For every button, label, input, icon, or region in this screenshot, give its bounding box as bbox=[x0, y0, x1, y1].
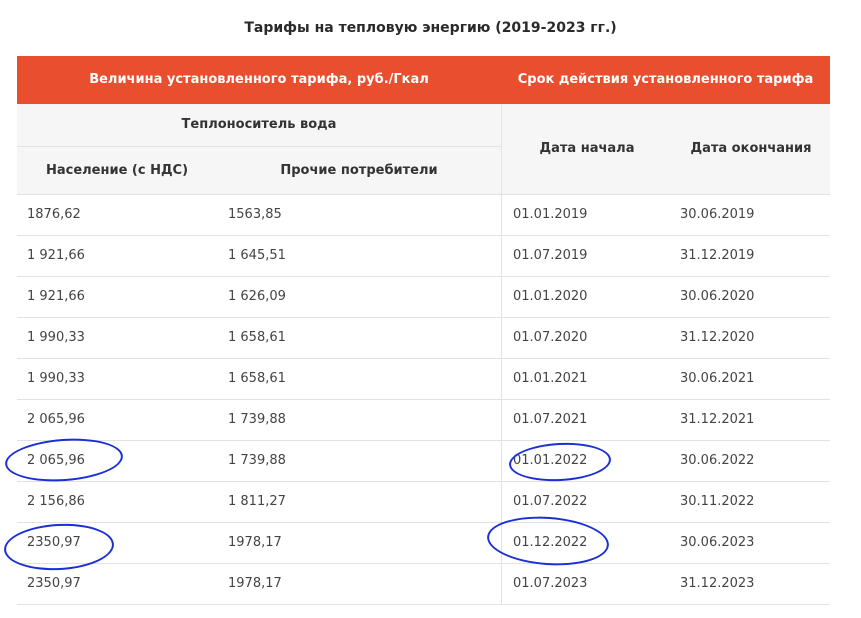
table-row: 2350,97 1978,17 01.12.2022 30.06.2023 bbox=[17, 523, 830, 564]
cell-population: 1 990,33 bbox=[27, 330, 85, 345]
cell-other: 1 739,88 bbox=[228, 412, 286, 427]
cell-end: 31.12.2023 bbox=[680, 576, 755, 591]
table-row: 2 156,86 1 811,27 01.07.2022 30.11.2022 bbox=[17, 482, 830, 523]
cell-population: 1 990,33 bbox=[27, 371, 85, 386]
subheader-water: Теплоноситель вода bbox=[17, 104, 501, 147]
cell-population: 1 921,66 bbox=[27, 289, 85, 304]
cell-population: 2 065,96 bbox=[27, 412, 85, 427]
subheader-other: Прочие потребители bbox=[280, 163, 438, 178]
cell-end: 30.06.2023 bbox=[680, 535, 755, 550]
table-row: 1 990,33 1 658,61 01.07.2020 31.12.2020 bbox=[17, 318, 830, 359]
cell-other: 1978,17 bbox=[228, 535, 282, 550]
cell-start: 01.01.2021 bbox=[513, 371, 588, 386]
cell-population: 2 156,86 bbox=[27, 494, 85, 509]
table-header: Величина установленного тарифа, руб./Гка… bbox=[17, 56, 830, 104]
table-row: 2 065,96 1 739,88 01.07.2021 31.12.2021 bbox=[17, 400, 830, 441]
cell-other: 1563,85 bbox=[228, 207, 282, 222]
cell-start: 01.07.2019 bbox=[513, 248, 588, 263]
header-period: Срок действия установленного тарифа bbox=[517, 72, 814, 87]
cell-other: 1 658,61 bbox=[228, 330, 286, 345]
table-row: 1876,62 1563,85 01.01.2019 30.06.2019 bbox=[17, 195, 830, 236]
cell-start: 01.07.2020 bbox=[513, 330, 588, 345]
table-subheader: Теплоноситель вода Население (с НДС) Про… bbox=[17, 104, 830, 195]
cell-start: 01.01.2019 bbox=[513, 207, 588, 222]
table-row: 2350,97 1978,17 01.07.2023 31.12.2023 bbox=[17, 564, 830, 605]
cell-other: 1978,17 bbox=[228, 576, 282, 591]
cell-end: 30.06.2021 bbox=[680, 371, 755, 386]
table-row: 1 921,66 1 645,51 01.07.2019 31.12.2019 bbox=[17, 236, 830, 277]
table-row: 1 921,66 1 626,09 01.01.2020 30.06.2020 bbox=[17, 277, 830, 318]
cell-end: 30.11.2022 bbox=[680, 494, 755, 509]
cell-start: 01.07.2023 bbox=[513, 576, 588, 591]
cell-start: 01.07.2021 bbox=[513, 412, 588, 427]
page-title: Тарифы на тепловую энергию (2019-2023 гг… bbox=[244, 20, 617, 36]
cell-other: 1 811,27 bbox=[228, 494, 286, 509]
cell-end: 31.12.2019 bbox=[680, 248, 755, 263]
cell-population: 1876,62 bbox=[27, 207, 81, 222]
header-tariff: Величина установленного тарифа, руб./Гка… bbox=[89, 72, 429, 87]
subheader-population: Население (с НДС) bbox=[45, 163, 189, 178]
subheader-end: Дата окончания bbox=[690, 141, 812, 156]
cell-start: 01.01.2020 bbox=[513, 289, 588, 304]
cell-end: 30.06.2022 bbox=[680, 453, 755, 468]
cell-start: 01.07.2022 bbox=[513, 494, 588, 509]
cell-other: 1 645,51 bbox=[228, 248, 286, 263]
cell-other: 1 626,09 bbox=[228, 289, 286, 304]
subheader-start: Дата начала bbox=[539, 141, 635, 156]
cell-end: 30.06.2020 bbox=[680, 289, 755, 304]
cell-end: 31.12.2020 bbox=[680, 330, 755, 345]
table-row: 2 065,96 1 739,88 01.01.2022 30.06.2022 bbox=[17, 441, 830, 482]
cell-end: 30.06.2019 bbox=[680, 207, 755, 222]
cell-other: 1 739,88 bbox=[228, 453, 286, 468]
table-body: 1876,62 1563,85 01.01.2019 30.06.2019 1 … bbox=[17, 195, 830, 605]
tariff-table: Величина установленного тарифа, руб./Гка… bbox=[17, 56, 830, 605]
cell-other: 1 658,61 bbox=[228, 371, 286, 386]
table-row: 1 990,33 1 658,61 01.01.2021 30.06.2021 bbox=[17, 359, 830, 400]
cell-end: 31.12.2021 bbox=[680, 412, 755, 427]
cell-population: 1 921,66 bbox=[27, 248, 85, 263]
